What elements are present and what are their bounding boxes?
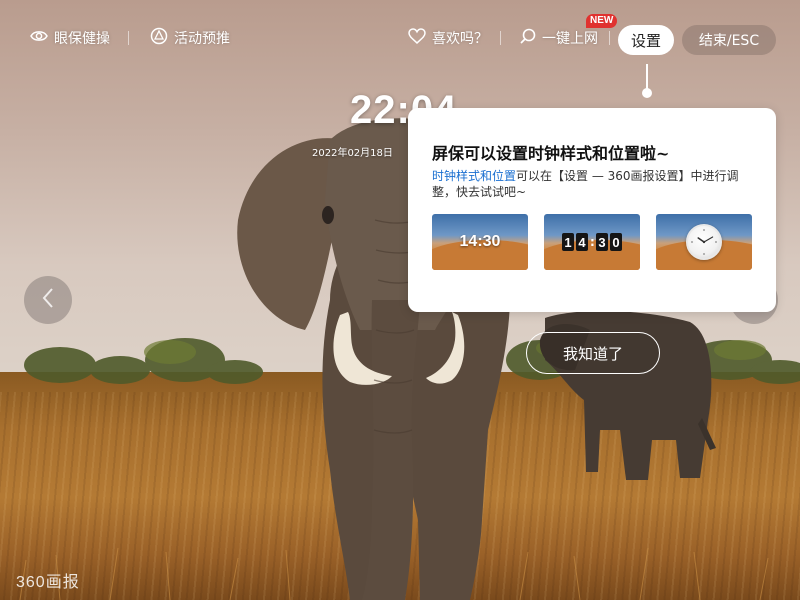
digital-clock-preview: 14:30 [459,233,501,250]
flip-colon: : [590,235,595,249]
clock-minute-hand [703,236,714,243]
clock-style-analog[interactable] [656,214,752,270]
one-click-online-button[interactable]: 一键上网 [520,28,598,48]
one-click-label: 一键上网 [542,31,598,47]
flip-clock-preview: 1 4 : 3 0 [544,214,640,270]
activity-button[interactable]: 活动预推 [150,27,230,49]
flip-digit: 4 [576,233,588,251]
heart-icon [408,28,426,48]
topbar-divider [128,31,129,45]
flip-digit: 1 [562,233,574,251]
chevron-left-icon [41,287,55,313]
activity-label: 活动预推 [174,31,230,47]
got-it-button[interactable]: 我知道了 [526,332,660,374]
new-badge: NEW [586,14,618,28]
settings-button[interactable]: 设置 [618,25,674,55]
previous-wallpaper-button[interactable] [24,276,72,324]
clock-style-flip[interactable]: 1 4 : 3 0 [544,214,640,270]
search-icon [520,28,536,48]
tooltip-connector-line [646,64,648,90]
tooltip-description: 时钟样式和位置可以在【设置 — 360画报设置】中进行调整，快去试试吧~ [432,168,762,200]
eye-care-label: 眼保健操 [54,31,110,47]
activity-icon [150,27,168,49]
flip-digit: 0 [610,233,622,251]
tooltip-description-highlight: 时钟样式和位置 [432,169,517,183]
eye-care-button[interactable]: 眼保健操 [30,28,110,48]
eye-icon [30,29,48,47]
analog-clock-icon [686,224,722,260]
like-label: 喜欢吗？ [432,31,488,47]
like-button[interactable]: 喜欢吗？ [408,28,488,48]
exit-button[interactable]: 结束/ESC [682,25,776,55]
360-logo: 360画报 [16,574,80,591]
topbar-divider [500,31,501,45]
clock-date: 2022年02月18日 [312,148,393,159]
tooltip-connector-dot [642,88,652,98]
topbar-divider [609,31,610,45]
clock-style-digital[interactable]: 14:30 [432,214,528,270]
tooltip-title: 屏保可以设置时钟样式和位置啦~ [432,144,670,163]
clock-settings-tooltip: 屏保可以设置时钟样式和位置啦~ 时钟样式和位置可以在【设置 — 360画报设置】… [408,108,776,312]
flip-digit: 3 [596,233,608,251]
